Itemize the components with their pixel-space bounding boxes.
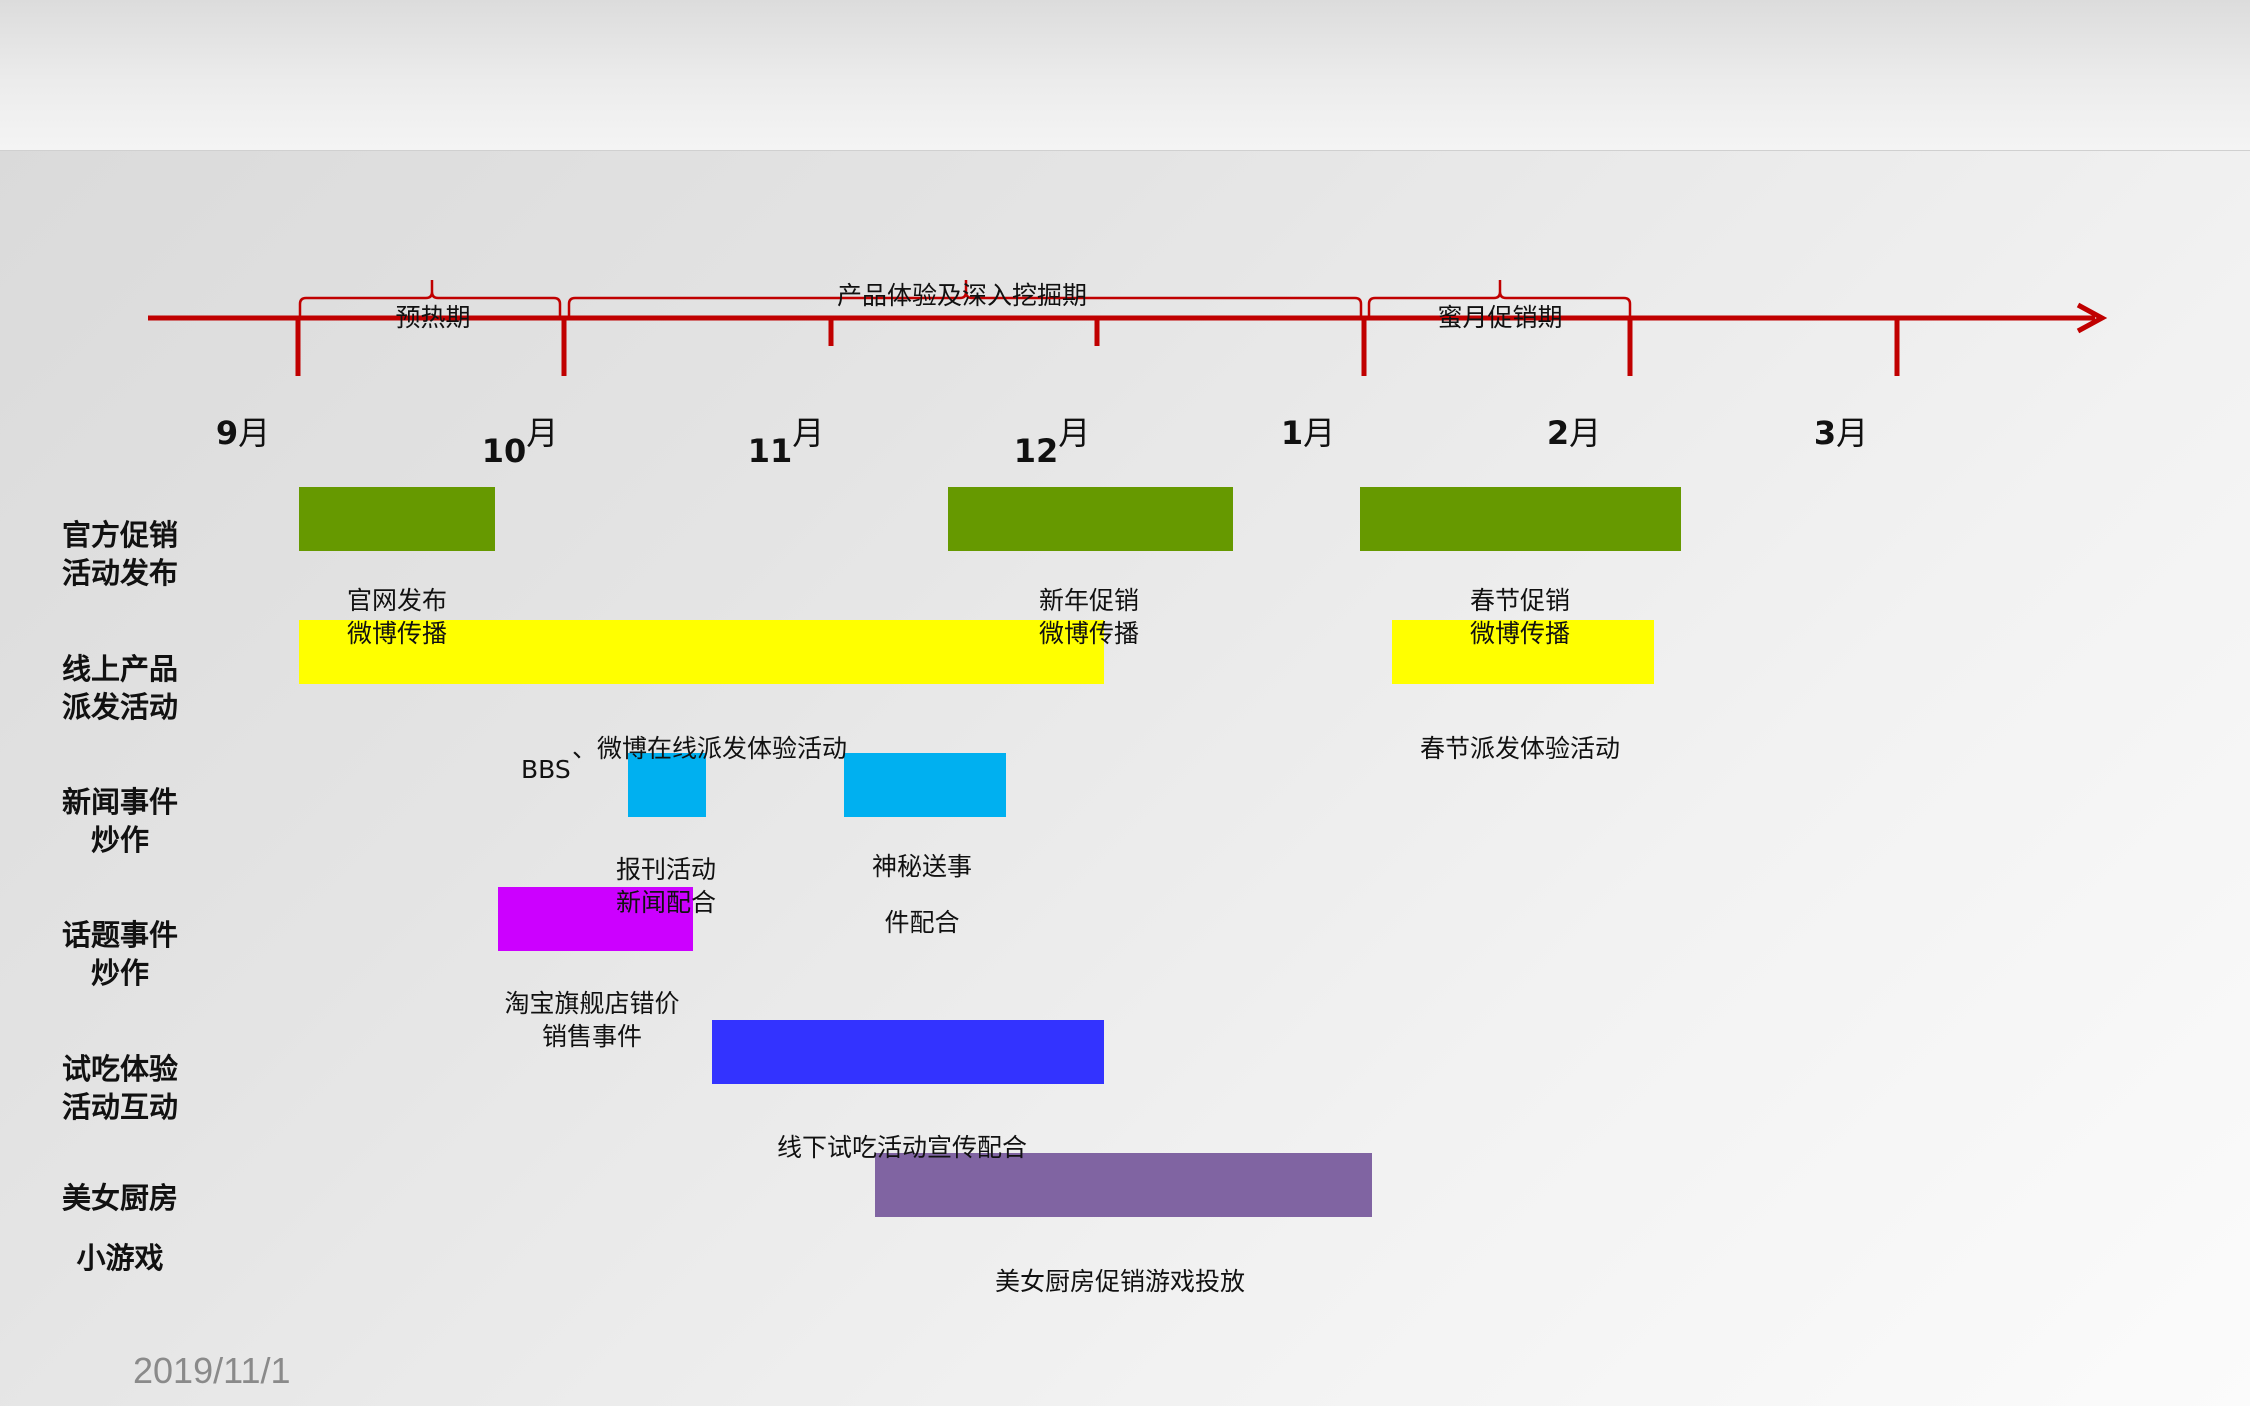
- row-label-kitchen: 美女厨房 小游戏: [61, 1181, 178, 1275]
- month-jan: 1月: [1280, 414, 1336, 452]
- row-label-news: 新闻事件 炒作: [61, 785, 178, 857]
- month-feb: 2月: [1546, 414, 1602, 452]
- phase-warmup-label: 预热期: [395, 303, 471, 332]
- caption-spring-promo: 春节促销 微博传播: [1469, 586, 1571, 648]
- month-nov: 11月: [747, 414, 825, 470]
- timeline-axis: [148, 280, 2108, 376]
- row-label-online: 线上产品 派发活动: [61, 652, 178, 724]
- phase-experience-label: 产品体验及深入挖掘期: [836, 281, 1088, 310]
- caption-newyear-promo: 新年促销 微博传播: [1038, 586, 1140, 648]
- month-sep: 9月: [215, 414, 271, 452]
- caption-weibo-online: 、微博在线派发体验活动: [572, 734, 848, 763]
- bar-tasting: [712, 1020, 1104, 1084]
- caption-mystery: 神秘送事 件配合: [871, 852, 973, 937]
- caption-offline-trial: 线下试吃活动宣传配合: [776, 1133, 1028, 1162]
- row-label-topic: 话题事件 炒作: [61, 918, 178, 990]
- caption-bbs: BBS: [521, 755, 571, 784]
- caption-taobao: 淘宝旗舰店错价 销售事件: [504, 989, 680, 1051]
- row-label-official: 官方促销 活动发布: [61, 518, 178, 590]
- caption-official-web: 官网发布 微博传播: [346, 586, 448, 648]
- caption-spring-trial: 春节派发体验活动: [1419, 734, 1621, 763]
- phase-honeymoon-label: 蜜月促销期: [1437, 303, 1563, 332]
- month-dec: 12月: [1013, 414, 1091, 470]
- caption-kitchen-game: 美女厨房促销游戏投放: [994, 1267, 1246, 1296]
- bar-official-jan: [1360, 487, 1681, 551]
- row-label-tasting: 试吃体验 活动互动: [61, 1052, 178, 1124]
- bar-official-dec: [948, 487, 1233, 551]
- bar-news-2: [844, 753, 1006, 817]
- caption-press: 报刊活动 新闻配合: [615, 855, 717, 917]
- footer-date: 2019/11/1: [133, 1350, 291, 1391]
- month-mar: 3月: [1813, 414, 1869, 452]
- bar-official-sep: [299, 487, 495, 551]
- month-oct: 10月: [481, 414, 559, 470]
